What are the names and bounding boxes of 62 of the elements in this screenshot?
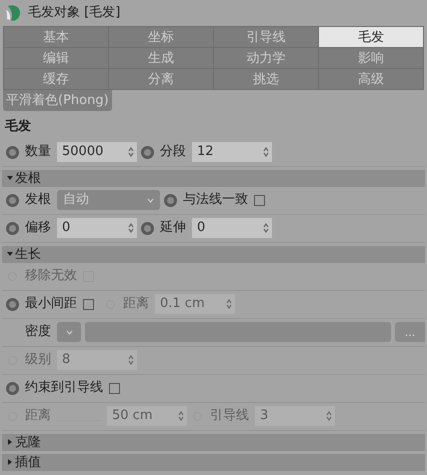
dropdown[interactable]: 自动 xyxy=(57,190,160,210)
tab[interactable]: 平滑着色(Phong) xyxy=(3,90,112,111)
checkbox[interactable] xyxy=(109,382,120,394)
group-header[interactable]: 生长 xyxy=(2,246,425,262)
field-label: 距离 xyxy=(25,407,51,426)
field-label: 距离 xyxy=(123,295,149,314)
checkbox-label: 约束到引导线 xyxy=(25,379,103,398)
stepper-arrows-icon[interactable] xyxy=(128,222,134,234)
checkbox-label: 与法线一致 xyxy=(183,191,248,210)
tab[interactable]: 毛发 xyxy=(319,27,423,47)
tab[interactable]: 动力学 xyxy=(214,48,318,68)
browse-button[interactable]: ... xyxy=(395,322,425,342)
field-label: 密度 xyxy=(25,323,51,342)
tab[interactable]: 坐标 xyxy=(109,27,213,47)
chevron-down-icon xyxy=(147,198,154,202)
checkbox-label: 最小间距 xyxy=(25,295,77,314)
shader-menu-button[interactable] xyxy=(57,322,81,342)
section-heading: 毛发 xyxy=(4,118,32,136)
tab[interactable]: 生成 xyxy=(109,48,213,68)
shader-field[interactable] xyxy=(85,322,391,342)
field-label: 偏移 xyxy=(25,219,51,238)
number-field[interactable]: 12 xyxy=(192,142,272,162)
tab[interactable]: 基本 xyxy=(4,27,108,47)
chevron-down-icon xyxy=(66,330,72,334)
number-field[interactable]: 0 xyxy=(192,218,272,238)
stepper-arrows-icon[interactable] xyxy=(128,354,134,366)
field-label: 数量 xyxy=(25,143,51,162)
group-header[interactable]: 克隆 xyxy=(2,434,425,450)
keyframe-icon[interactable] xyxy=(6,194,19,206)
checkbox[interactable] xyxy=(83,298,94,310)
field-label: 延伸 xyxy=(160,219,186,238)
stepper-arrows-icon[interactable] xyxy=(226,298,232,310)
stepper-arrows-icon[interactable] xyxy=(178,410,184,422)
tab[interactable]: 高级 xyxy=(319,69,423,89)
stepper-arrows-icon[interactable] xyxy=(128,146,134,158)
keyframe-icon[interactable] xyxy=(6,146,19,158)
stepper-arrows-icon[interactable] xyxy=(263,222,269,234)
field-label: 分段 xyxy=(160,143,186,162)
field-label: 发根 xyxy=(25,191,51,210)
keyframe-icon[interactable] xyxy=(141,146,154,158)
stepper-arrows-icon[interactable] xyxy=(326,410,332,422)
number-field[interactable]: 0 xyxy=(57,218,137,238)
keyframe-icon[interactable] xyxy=(141,222,154,234)
tab[interactable]: 缓存 xyxy=(4,69,108,89)
number-field[interactable]: 50000 xyxy=(57,142,137,162)
field-label: 级别 xyxy=(25,351,51,370)
tab[interactable]: 引导线 xyxy=(214,27,318,47)
keyframe-icon[interactable] xyxy=(6,298,19,310)
window-title: 毛发对象 [毛发] xyxy=(28,4,120,22)
group-header[interactable]: 发根 xyxy=(2,170,425,186)
tab[interactable]: 挑选 xyxy=(214,69,318,89)
tab[interactable]: 分离 xyxy=(109,69,213,89)
stepper-arrows-icon[interactable] xyxy=(263,146,269,158)
field-label: 引导线 xyxy=(210,407,249,426)
group-header[interactable]: 插值 xyxy=(2,454,425,470)
keyframe-icon[interactable] xyxy=(164,194,177,206)
keyframe-icon[interactable] xyxy=(6,222,19,234)
tab[interactable]: 编辑 xyxy=(4,48,108,68)
checkbox[interactable] xyxy=(254,194,265,206)
keyframe-icon[interactable] xyxy=(6,382,19,394)
checkbox-label: 移除无效 xyxy=(25,267,77,286)
tab[interactable]: 影响 xyxy=(319,48,423,68)
